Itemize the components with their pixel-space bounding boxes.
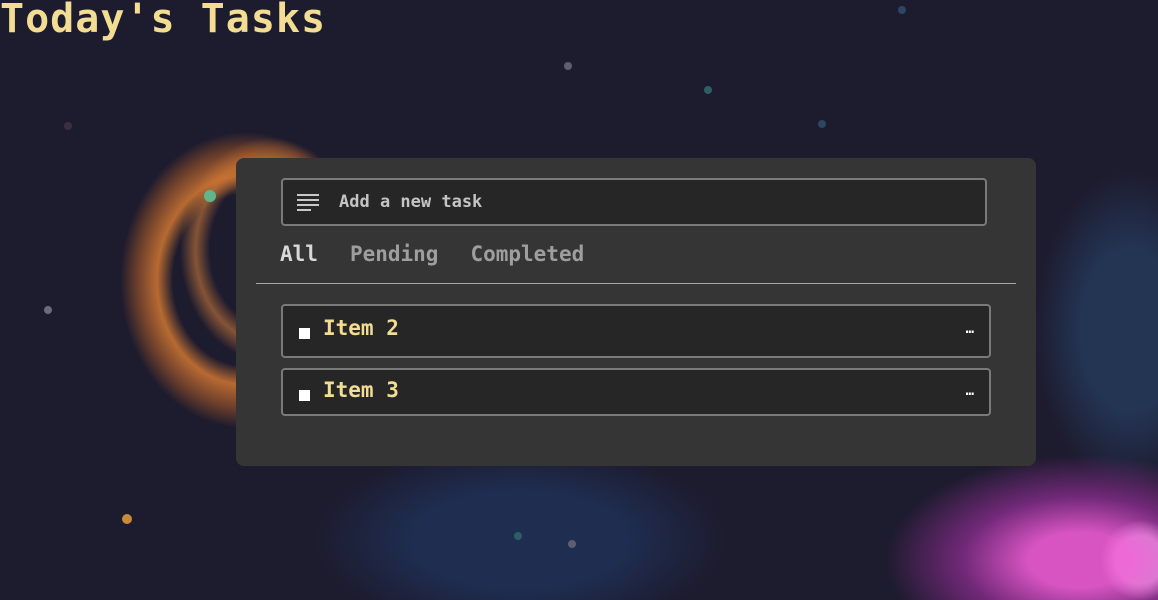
filter-tabs: All Pending Completed (280, 242, 584, 266)
more-icon[interactable]: … (966, 383, 975, 399)
task-item[interactable]: Item 2 … (281, 304, 991, 358)
notes-icon (297, 193, 319, 211)
star-decoration (122, 514, 132, 524)
task-label: Item 3 (323, 378, 399, 402)
divider (256, 283, 1016, 284)
task-checkbox[interactable] (299, 328, 310, 339)
star-decoration (64, 122, 72, 130)
tab-pending[interactable]: Pending (350, 242, 439, 266)
task-list: Item 2 … Item 3 … (281, 304, 991, 426)
star-decoration (564, 62, 572, 70)
more-icon[interactable]: … (966, 321, 975, 337)
new-task-input[interactable] (337, 191, 985, 213)
new-task-field[interactable] (281, 178, 987, 226)
page-title: Today's Tasks (0, 0, 327, 42)
tab-completed[interactable]: Completed (470, 242, 584, 266)
tab-all[interactable]: All (280, 242, 318, 266)
star-decoration (898, 6, 906, 14)
task-label: Item 2 (323, 316, 399, 340)
task-item[interactable]: Item 3 … (281, 368, 991, 416)
star-decoration (818, 120, 826, 128)
todo-panel: All Pending Completed Item 2 … Item 3 … (236, 158, 1036, 466)
star-decoration (704, 86, 712, 94)
star-decoration (514, 532, 522, 540)
star-decoration (44, 306, 52, 314)
star-decoration (204, 190, 216, 202)
star-decoration (568, 540, 576, 548)
task-checkbox[interactable] (299, 390, 310, 401)
